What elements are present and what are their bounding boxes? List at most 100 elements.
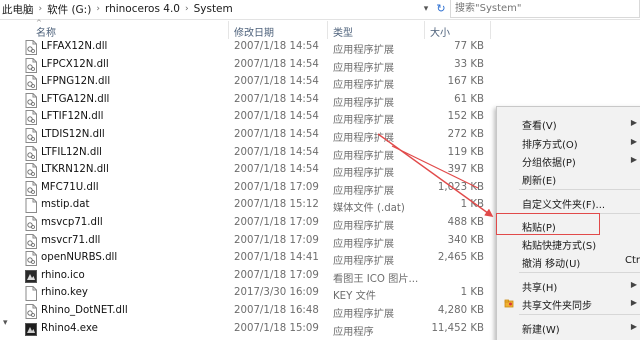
dll-file-icon — [25, 110, 37, 126]
blank-file-icon — [25, 286, 37, 302]
dll-file-icon — [25, 40, 37, 55]
dll-file-icon — [25, 128, 37, 143]
menu-item-view[interactable]: 查看(V) ▶ — [497, 113, 640, 133]
submenu-arrow-icon: ▶ — [630, 298, 637, 307]
file-date: 2007/1/18 15:12 — [234, 199, 319, 211]
dat-file-icon — [25, 198, 37, 214]
file-date: 2007/1/18 16:48 — [234, 305, 319, 316]
menu-item-refresh[interactable]: 刷新(E) — [497, 168, 640, 188]
file-row[interactable]: LFTIF12N.dll 2007/1/18 14:54 应用程序扩展 152 … — [18, 109, 488, 127]
menu-item-label: 撤消 移动(U) — [522, 259, 581, 270]
menu-item-paste-shortcut[interactable]: 粘贴快捷方式(S) — [497, 233, 640, 253]
file-type: 应用程序扩展 — [333, 115, 395, 127]
file-size: 340 KB — [447, 234, 484, 246]
address-history-chevron-icon[interactable]: ▾ — [420, 3, 432, 15]
file-name: LFTIF12N.dll — [41, 111, 104, 123]
exe-file-icon — [25, 322, 37, 337]
menu-item-undo-move[interactable]: 撤消 移动(U) Ctrl — [497, 251, 640, 271]
breadcrumb-system[interactable]: System — [192, 3, 235, 15]
menu-item-label: 共享文件夹同步 — [522, 301, 592, 312]
breadcrumb-this-pc[interactable]: 此电脑 — [0, 2, 36, 17]
menu-item-sort-by[interactable]: 排序方式(O) ▶ — [497, 132, 640, 152]
file-row[interactable]: LTKRN12N.dll 2007/1/18 14:54 应用程序扩展 397 … — [18, 162, 488, 180]
breadcrumb-separator: › — [184, 4, 189, 14]
file-type: KEY 文件 — [333, 291, 376, 303]
menu-item-label: 查看(V) — [522, 121, 557, 132]
file-type: 看图王 ICO 图片... — [333, 273, 419, 285]
file-size: 4,280 KB — [437, 305, 484, 316]
file-type: 应用程序扩展 — [333, 238, 395, 250]
file-row[interactable]: msvcr71.dll 2007/1/18 17:09 应用程序扩展 340 K… — [18, 233, 488, 251]
column-date[interactable]: 修改日期 — [234, 24, 274, 39]
file-type: 应用程序 — [333, 326, 374, 338]
file-date: 2007/1/18 14:41 — [234, 252, 319, 264]
file-name: Rhino_DotNET.dll — [41, 305, 128, 316]
file-name: LTFIL12N.dll — [41, 146, 102, 158]
file-size: 119 KB — [447, 146, 484, 158]
menu-item-customize-folder[interactable]: 自定义文件夹(F)... — [497, 192, 640, 212]
file-size: 1,023 KB — [437, 181, 484, 193]
menu-item-label: 自定义文件夹(F)... — [522, 200, 606, 211]
breadcrumb-drive-g[interactable]: 软件 (G:) — [45, 2, 93, 17]
file-row[interactable]: mstip.dat 2007/1/18 15:12 媒体文件 (.dat) 1 … — [18, 197, 488, 215]
sync-folder-icon — [504, 298, 514, 308]
menu-item-label: 分组依据(P) — [522, 158, 576, 169]
file-size: 1 KB — [460, 199, 484, 211]
file-type: 应用程序扩展 — [333, 62, 395, 74]
dll-file-icon — [25, 75, 37, 91]
file-row[interactable]: LFPNG12N.dll 2007/1/18 14:54 应用程序扩展 167 … — [18, 74, 488, 92]
expand-chevron-icon[interactable]: ▾ — [3, 318, 8, 328]
file-name: mstip.dat — [41, 199, 90, 211]
menu-item-share-folder-sync[interactable]: 共享文件夹同步 ▶ — [497, 293, 640, 313]
file-row[interactable]: Rhino_DotNET.dll 2007/1/18 16:48 应用程序扩展 … — [18, 303, 488, 321]
file-name: LTKRN12N.dll — [41, 164, 109, 176]
file-row[interactable]: LTDIS12N.dll 2007/1/18 14:54 应用程序扩展 272 … — [18, 127, 488, 145]
file-date: 2007/1/18 15:09 — [234, 322, 319, 334]
submenu-arrow-icon: ▶ — [630, 155, 637, 164]
file-row[interactable]: MFC71U.dll 2007/1/18 17:09 应用程序扩展 1,023 … — [18, 180, 488, 198]
column-divider[interactable] — [327, 21, 328, 39]
file-name: msvcr71.dll — [41, 234, 101, 246]
file-row[interactable]: openNURBS.dll 2007/1/18 14:41 应用程序扩展 2,4… — [18, 250, 488, 268]
dll-file-icon — [25, 57, 37, 73]
column-type[interactable]: 类型 — [333, 24, 353, 39]
menu-item-label: 新建(W) — [522, 325, 560, 336]
file-date: 2007/1/18 17:09 — [234, 217, 319, 228]
file-name: MFC71U.dll — [41, 181, 99, 193]
column-size[interactable]: 大小 — [430, 24, 450, 39]
column-name[interactable]: 名称 — [36, 24, 56, 39]
file-size: 152 KB — [447, 111, 484, 123]
file-row[interactable]: rhino.ico 2007/1/18 17:09 看图王 ICO 图片... — [18, 268, 488, 286]
file-type: 应用程序扩展 — [333, 221, 395, 232]
file-row[interactable]: msvcp71.dll 2007/1/18 17:09 应用程序扩展 488 K… — [18, 215, 488, 233]
menu-item-group-by[interactable]: 分组依据(P) ▶ — [497, 150, 640, 170]
file-date: 2007/1/18 17:09 — [234, 234, 319, 246]
submenu-arrow-icon: ▶ — [630, 137, 637, 146]
refresh-icon[interactable]: ↻ — [434, 2, 448, 16]
breadcrumb-rhinoceros[interactable]: rhinoceros 4.0 — [103, 3, 182, 15]
menu-item-label: 排序方式(O) — [522, 140, 578, 151]
file-row[interactable]: LTFIL12N.dll 2007/1/18 14:54 应用程序扩展 119 … — [18, 145, 488, 163]
file-row[interactable]: LFFAX12N.dll 2007/1/18 14:54 应用程序扩展 77 K… — [18, 39, 488, 57]
breadcrumb-separator: › — [38, 4, 43, 14]
file-row[interactable]: Rhino4.exe 2007/1/18 15:09 应用程序 11,452 K… — [18, 321, 488, 339]
file-row[interactable]: LFTGA12N.dll 2007/1/18 14:54 应用程序扩展 61 K… — [18, 92, 488, 110]
file-name: LFPCX12N.dll — [41, 58, 109, 70]
file-size: 11,452 KB — [431, 322, 484, 334]
column-divider[interactable] — [424, 21, 425, 39]
column-divider[interactable] — [490, 21, 491, 39]
file-name: openNURBS.dll — [41, 252, 118, 264]
file-row[interactable]: LFPCX12N.dll 2007/1/18 14:54 应用程序扩展 33 K… — [18, 57, 488, 75]
menu-item-share[interactable]: 共享(H) ▶ — [497, 275, 640, 295]
dll-file-icon — [25, 216, 37, 231]
search-input[interactable] — [450, 0, 640, 18]
file-type: 应用程序扩展 — [333, 45, 395, 56]
ico-file-icon — [25, 269, 37, 284]
file-name: msvcp71.dll — [41, 217, 103, 228]
column-divider[interactable] — [228, 21, 229, 39]
file-type: 应用程序扩展 — [333, 80, 395, 92]
menu-item-new[interactable]: 新建(W) ▶ — [497, 317, 640, 337]
file-row[interactable]: rhino.key 2017/3/30 16:09 KEY 文件 1 KB — [18, 285, 488, 303]
breadcrumb: 此电脑 › 软件 (G:) › rhinoceros 4.0 › System — [0, 0, 420, 18]
breadcrumb-separator: › — [96, 4, 100, 14]
